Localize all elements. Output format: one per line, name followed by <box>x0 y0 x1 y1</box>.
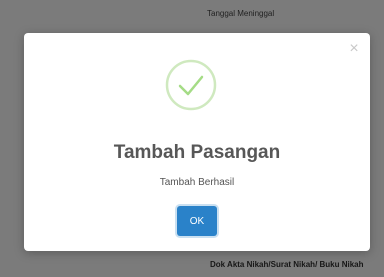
ok-button[interactable]: OK <box>177 206 217 236</box>
field-label-dok-akta-nikah: Dok Akta Nikah/Surat Nikah/ Buku Nikah <box>210 260 364 269</box>
dialog-title: Tambah Pasangan <box>113 142 281 163</box>
success-check-icon <box>165 59 217 111</box>
dialog-message: Tambah Berhasil <box>159 177 235 188</box>
success-dialog: × Tambah Pasangan Tambah Berhasil OK <box>24 33 370 251</box>
field-label-tanggal-meninggal: Tanggal Meninggal <box>207 9 275 18</box>
close-icon[interactable]: × <box>346 41 362 57</box>
